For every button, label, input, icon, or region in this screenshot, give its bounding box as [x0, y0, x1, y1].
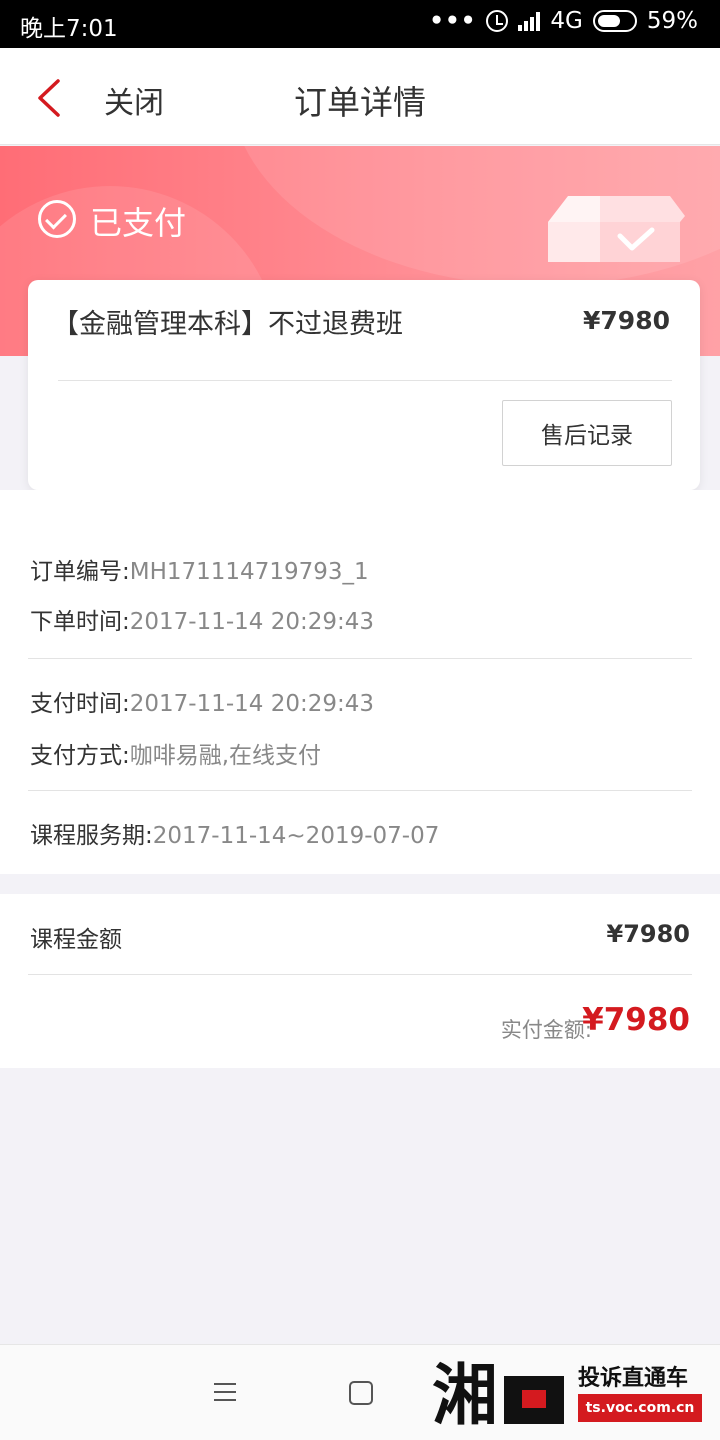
order-time-label: 下单时间: [30, 609, 130, 635]
svg-text:湘: 湘 [432, 1357, 498, 1434]
pay-time-value: 2017-11-14 20:29:43 [129, 691, 375, 717]
divider [58, 380, 672, 381]
check-circle-icon [38, 200, 76, 238]
pay-time-row: 支付时间:2017-11-14 20:29:43 [30, 684, 374, 718]
box-check-icon [548, 196, 685, 262]
amount-section: 课程金额 ¥7980 实付金额: ¥7980 [0, 894, 720, 1068]
status-right: ••• 4G 59% [429, 8, 698, 34]
product-name: 【金融管理本科】不过退费班 [52, 309, 403, 340]
watermark: 湘 投诉直通车 ts.voc.com.cn [432, 1350, 712, 1434]
status-time: 晚上7:01 [20, 16, 118, 42]
status-bar: 晚上7:01 ••• 4G 59% [0, 0, 720, 48]
service-period-value: 2017-11-14~2019-07-07 [152, 823, 440, 849]
order-time-value: 2017-11-14 20:29:43 [129, 609, 375, 635]
order-number-value: MH171114719793_1 [129, 559, 369, 585]
more-dots-icon: ••• [429, 8, 477, 34]
watermark-url: ts.voc.com.cn [578, 1394, 702, 1422]
product-price: ¥7980 [583, 306, 670, 335]
divider [28, 790, 692, 791]
after-sale-record-button[interactable]: 售后记录 [502, 400, 672, 466]
watermark-logo: 湘 [432, 1357, 564, 1434]
divider [28, 658, 692, 659]
pay-method-value: 咖啡易融,在线支付 [129, 743, 322, 769]
service-period-label: 课程服务期: [30, 823, 153, 849]
paid-amount-label: 实付金额: [500, 1018, 592, 1042]
menu-icon[interactable] [214, 1383, 236, 1403]
signal-icon [518, 11, 541, 31]
nav-bar: 关闭 订单详情 [0, 48, 720, 145]
watermark-title: 投诉直通车 [578, 1366, 689, 1391]
course-amount-value: ¥7980 [606, 920, 691, 948]
page-title: 订单详情 [294, 83, 426, 122]
order-status-label: 已支付 [90, 204, 187, 242]
order-number-label: 订单编号: [30, 559, 130, 585]
pay-method-label: 支付方式: [30, 743, 130, 769]
divider [28, 974, 692, 975]
course-amount-label: 课程金额 [30, 927, 122, 953]
order-info-section: 订单编号:MH171114719793_1 下单时间:2017-11-14 20… [0, 490, 720, 874]
service-period-row: 课程服务期:2017-11-14~2019-07-07 [30, 816, 439, 850]
battery-icon [592, 10, 637, 32]
paid-amount-value: ¥7980 [582, 1002, 690, 1038]
pay-method-row: 支付方式:咖啡易融,在线支付 [30, 736, 321, 770]
order-number-row: 订单编号:MH171114719793_1 [30, 552, 369, 586]
square-home-icon[interactable] [349, 1381, 373, 1405]
network-label: 4G [550, 8, 583, 34]
order-time-row: 下单时间:2017-11-14 20:29:43 [30, 602, 374, 636]
pay-time-label: 支付时间: [30, 691, 130, 717]
alarm-icon [486, 10, 509, 32]
battery-percent: 59% [646, 8, 698, 34]
product-card: 【金融管理本科】不过退费班 ¥7980 售后记录 [28, 280, 700, 490]
